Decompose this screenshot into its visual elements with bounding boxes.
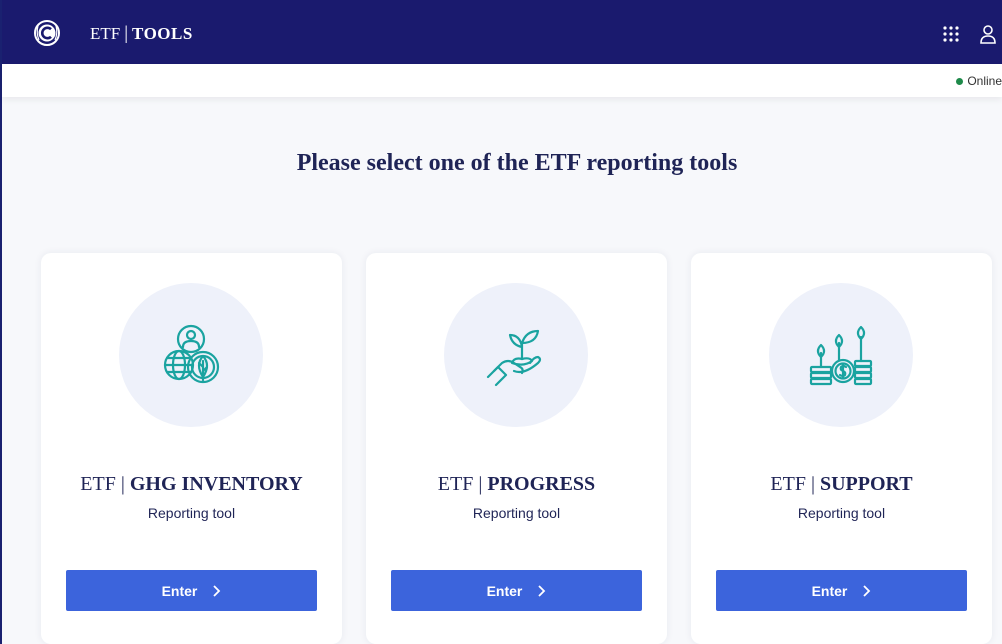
coins-plants-icon [809,325,873,386]
status-dot-icon [956,77,964,85]
card-title-prefix: ETF [80,473,116,495]
card-title-separator: | [810,473,815,495]
tool-card-progress: ETF | PROGRESS Reporting tool Enter [366,253,667,644]
brand-separator: | [124,23,129,44]
top-bar: ETF | TOOLS [2,0,1002,64]
enter-button[interactable]: Enter [66,570,317,611]
status-bar: Online [2,64,1002,97]
card-title: ETF | SUPPORT [691,473,992,496]
chevron-right-icon [538,584,546,597]
card-title-separator: | [478,473,483,495]
enter-button-label: Enter [811,582,848,599]
page-heading: Please select one of the ETF reporting t… [296,150,738,176]
chevron-right-icon [863,584,871,597]
card-icon-circle [769,283,913,427]
enter-button[interactable]: Enter [391,570,642,611]
brand-title[interactable]: ETF | TOOLS [90,23,193,45]
enter-button[interactable]: Enter [716,570,967,611]
card-title: ETF | PROGRESS [366,473,667,496]
apps-grid-icon[interactable] [943,26,959,42]
card-icon-circle [444,283,588,427]
card-title-prefix: ETF [770,473,806,495]
tool-card-ghg-inventory: ETF | GHG INVENTORY Reporting tool Enter [41,253,342,644]
enter-button-label: Enter [161,582,198,599]
unfccc-logo-icon[interactable] [34,20,60,46]
card-title-prefix: ETF [437,473,474,495]
card-title: ETF | GHG INVENTORY [41,473,342,496]
connection-status: Online [956,74,1002,88]
brand-prefix: ETF [90,24,121,43]
hand-sprout-icon [486,329,542,387]
card-title-name: PROGRESS [487,473,596,495]
enter-button-label: Enter [486,582,523,599]
tool-card-support: ETF | SUPPORT Reporting tool Enter [691,253,992,644]
card-title-separator: | [120,473,125,495]
status-label: Online [967,74,1002,88]
card-subtitle: Reporting tool [797,505,886,521]
people-globe-leaf-icon [163,324,220,384]
brand-name: TOOLS [132,24,193,43]
card-title-name: GHG INVENTORY [129,473,303,495]
card-subtitle: Reporting tool [472,505,561,521]
card-title-name: SUPPORT [819,473,913,495]
card-subtitle: Reporting tool [147,505,236,521]
card-icon-circle [119,283,263,427]
chevron-right-icon [213,584,221,597]
user-icon[interactable] [979,24,997,44]
